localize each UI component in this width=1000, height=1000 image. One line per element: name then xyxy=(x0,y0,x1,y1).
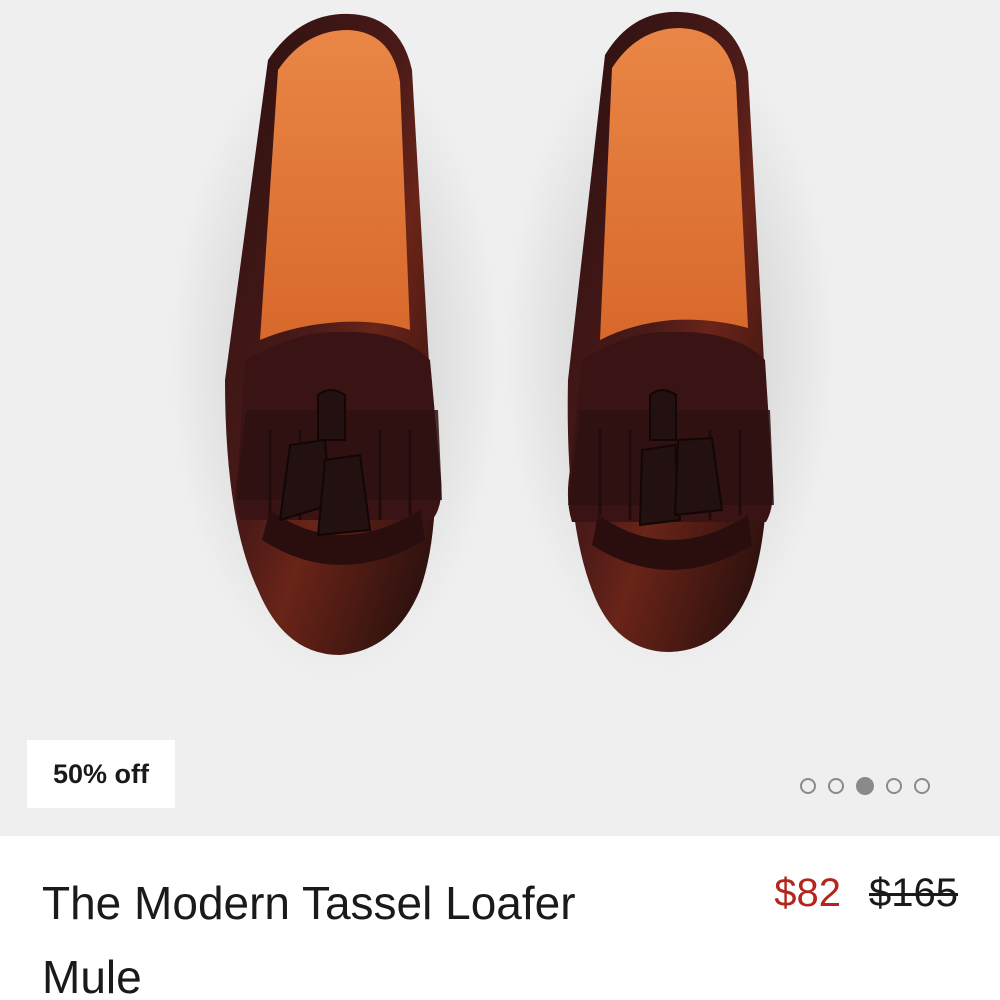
carousel-pagination[interactable] xyxy=(800,776,930,796)
sale-price: $82 xyxy=(774,871,842,915)
carousel-dot-5[interactable] xyxy=(914,778,930,794)
original-price: $165 xyxy=(869,871,958,915)
product-image xyxy=(170,11,835,680)
product-info: The Modern Tassel Loafer Mule $82 $165 xyxy=(0,836,1000,1000)
carousel-dot-1[interactable] xyxy=(800,778,816,794)
product-image-carousel[interactable] xyxy=(0,0,1000,836)
discount-badge: 50% off xyxy=(27,740,175,808)
price-group: $82 $165 xyxy=(774,868,958,918)
carousel-dot-2[interactable] xyxy=(828,778,844,794)
left-shoe xyxy=(170,13,500,680)
right-shoe xyxy=(505,11,835,670)
carousel-dot-4[interactable] xyxy=(886,778,902,794)
product-title[interactable]: The Modern Tassel Loafer Mule xyxy=(42,866,682,1000)
carousel-dot-3-active[interactable] xyxy=(856,777,874,795)
product-card[interactable]: 50% off The Modern Tassel Loafer Mule $8… xyxy=(0,0,1000,1000)
